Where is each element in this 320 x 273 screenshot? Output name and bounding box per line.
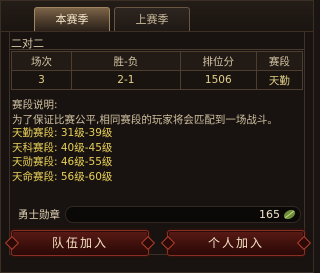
table-row: 3 2-1 1506 天勤 <box>11 70 304 90</box>
header-tier: 赛段 <box>255 51 304 71</box>
solo-join-button[interactable]: 个人加入 <box>167 230 305 256</box>
header-win-loss: 胜-负 <box>70 51 181 71</box>
list-item: 天勋赛段: 46级-55级 <box>12 156 113 168</box>
tab-last-season[interactable]: 上赛季 <box>114 7 190 31</box>
leaf-icon <box>283 209 296 220</box>
header-matches: 场次 <box>11 51 72 71</box>
medal-label: 勇士勋章 <box>18 209 60 221</box>
medal-row: 勇士勋章 165 <box>9 205 305 223</box>
stats-table: 场次 胜-负 排位分 赛段 3 2-1 1506 天勤 <box>11 51 304 90</box>
header-rank-score: 排位分 <box>179 51 257 71</box>
season-tab-bar: 本赛季 上赛季 <box>1 1 313 32</box>
cell-matches: 3 <box>11 70 72 90</box>
cell-tier: 天勤 <box>255 70 304 90</box>
arena-panel: 本赛季 上赛季 二对二 场次 胜-负 排位分 赛段 3 2-1 1506 天勤 … <box>0 0 314 273</box>
list-item: 天勤赛段: 31级-39级 <box>12 127 113 139</box>
table-header-row: 场次 胜-负 排位分 赛段 <box>11 51 304 71</box>
description-text: 为了保证比赛公平,相同赛段的玩家将会匹配到一场战斗。 <box>12 114 278 126</box>
cell-rank-score: 1506 <box>179 70 257 90</box>
list-item: 天命赛段: 56级-60级 <box>12 170 113 183</box>
cell-win-loss: 2-1 <box>70 70 181 90</box>
divider <box>10 49 304 50</box>
medal-value-box: 165 <box>65 206 301 223</box>
description-title: 赛段说明: <box>12 99 58 111</box>
tier-list: 天勤赛段: 31级-39级 天科赛段: 40级-45级 天勋赛段: 46级-55… <box>12 126 112 184</box>
tab-current-season[interactable]: 本赛季 <box>34 7 110 31</box>
team-join-button[interactable]: 队伍加入 <box>11 230 149 256</box>
list-item: 天科赛段: 40级-45级 <box>12 141 113 154</box>
medal-count: 165 <box>259 208 280 221</box>
